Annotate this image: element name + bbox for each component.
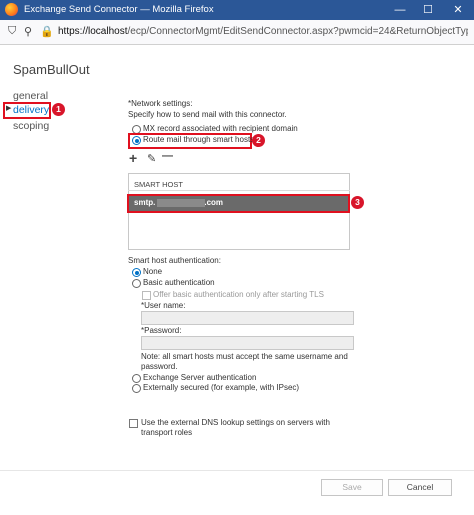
lock-icon[interactable]: 🔒: [40, 25, 54, 38]
network-settings-label: *Network settings:: [128, 99, 193, 108]
shield-icon[interactable]: ⛉: [8, 25, 16, 38]
annotation-badge-3: 3: [351, 196, 364, 209]
mx-record-label[interactable]: MX record associated with recipient doma…: [143, 124, 298, 133]
smart-host-prefix: smtp.: [134, 198, 156, 207]
auth-basic-label[interactable]: Basic authentication: [143, 278, 215, 287]
external-secured-label[interactable]: Externally secured (for example, with IP…: [143, 383, 299, 392]
cancel-button[interactable]: Cancel: [388, 479, 452, 496]
auth-note-line1: Note: all smart hosts must accept the sa…: [141, 352, 348, 361]
redacted-block: [157, 199, 205, 207]
add-icon[interactable]: +: [129, 150, 137, 166]
auth-label: Smart host authentication:: [128, 256, 221, 265]
smart-host-radio[interactable]: [132, 136, 141, 145]
list-header-divider: [128, 190, 350, 191]
annotation-badge-2: 2: [252, 134, 265, 147]
username-label: *User name:: [141, 301, 186, 310]
auth-basic-radio[interactable]: [132, 279, 141, 288]
external-dns-label-line1[interactable]: Use the external DNS lookup settings on …: [141, 418, 330, 427]
window-title: Exchange Send Connector — Mozilla Firefo…: [24, 4, 214, 15]
external-dns-checkbox[interactable]: [129, 419, 138, 428]
exchange-auth-label[interactable]: Exchange Server authentication: [143, 373, 256, 382]
smart-host-column-header: SMART HOST: [134, 180, 183, 189]
page-title: SpamBullOut: [13, 62, 90, 77]
nav-item-delivery[interactable]: delivery: [13, 104, 49, 116]
url-host: https://localhost: [58, 26, 128, 37]
auth-note-line2: password.: [141, 362, 178, 371]
selected-arrow-icon: ▶: [6, 105, 12, 112]
remove-icon[interactable]: —: [162, 150, 173, 162]
smart-host-row-text[interactable]: smtp. .com: [134, 198, 223, 207]
smart-host-suffix: .com: [204, 198, 224, 207]
close-window-button[interactable]: ✕: [444, 2, 472, 18]
basic-tls-label: Offer basic authentication only after st…: [153, 290, 324, 299]
save-button[interactable]: Save: [321, 479, 383, 496]
page-info-icon[interactable]: ⚲: [24, 25, 32, 38]
exchange-auth-radio[interactable]: [132, 374, 141, 383]
url-text[interactable]: https://localhost/ecp/ConnectorMgmt/Edit…: [58, 26, 468, 37]
annotation-badge-1: 1: [52, 103, 65, 116]
edit-icon[interactable]: ✎: [147, 152, 156, 165]
maximize-button[interactable]: ☐: [414, 2, 442, 18]
window-titlebar: Exchange Send Connector — Mozilla Firefo…: [0, 0, 474, 20]
footer-divider: [0, 470, 474, 471]
external-dns-label-line2[interactable]: transport roles: [141, 428, 192, 437]
auth-none-label[interactable]: None: [143, 267, 162, 276]
password-label: *Password:: [141, 326, 182, 335]
auth-none-radio[interactable]: [132, 268, 141, 277]
nav-item-general[interactable]: general: [13, 90, 48, 102]
minimize-button[interactable]: —: [386, 2, 414, 18]
nav-item-scoping[interactable]: scoping: [13, 120, 49, 132]
external-secured-radio[interactable]: [132, 384, 141, 393]
basic-tls-checkbox[interactable]: [142, 291, 151, 300]
network-settings-description: Specify how to send mail with this conne…: [128, 110, 287, 119]
firefox-icon: [5, 3, 18, 16]
url-path: /ecp/ConnectorMgmt/EditSendConnector.asp…: [127, 26, 468, 37]
password-field[interactable]: [141, 336, 354, 350]
smart-host-option-label[interactable]: Route mail through smart hosts: [143, 135, 254, 144]
address-bar[interactable]: ⛉ ⚲ 🔒 https://localhost/ecp/ConnectorMgm…: [0, 20, 474, 45]
username-field[interactable]: [141, 311, 354, 325]
